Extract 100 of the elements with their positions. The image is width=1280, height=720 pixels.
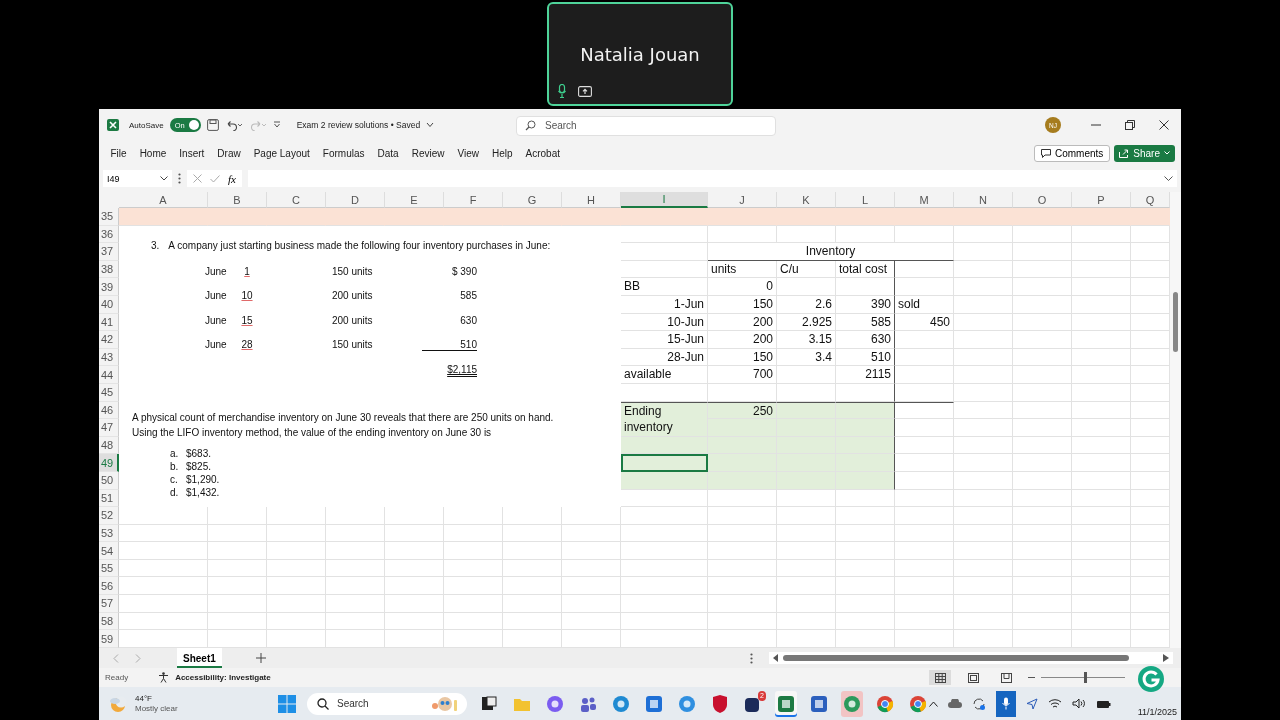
ribbon-tab[interactable]: Insert <box>172 143 211 163</box>
date[interactable]: 11/1/2025 <box>1137 706 1177 717</box>
document-icon[interactable] <box>809 693 829 714</box>
store-icon[interactable] <box>644 693 664 714</box>
column-header[interactable]: O <box>1013 192 1072 208</box>
volume-icon[interactable] <box>1072 698 1086 709</box>
microphone-icon[interactable] <box>558 84 566 98</box>
save-icon[interactable] <box>206 119 219 131</box>
comments-button[interactable]: Comments <box>1033 144 1111 162</box>
share-screen-icon[interactable] <box>578 85 592 97</box>
ribbon-tab[interactable]: Page Layout <box>247 143 317 163</box>
sheet-cell[interactable] <box>836 383 895 402</box>
restore-icon[interactable] <box>1125 120 1135 130</box>
next-sheet-icon[interactable] <box>135 653 141 663</box>
chevron-up-icon[interactable] <box>929 700 938 707</box>
swirl-icon[interactable] <box>545 693 565 714</box>
zoom-out-icon[interactable] <box>1028 676 1035 679</box>
ribbon-tab[interactable]: Formulas <box>316 143 372 163</box>
customize-caret-icon[interactable] <box>272 121 281 129</box>
row-number[interactable]: 49 <box>99 454 119 472</box>
browser-icon[interactable] <box>611 693 631 714</box>
formula-input[interactable] <box>247 170 1177 187</box>
row-number[interactable]: 37 <box>99 243 119 261</box>
share-button[interactable]: Share <box>1114 144 1175 162</box>
purchase-units: 200 units <box>332 314 374 326</box>
microphone-button[interactable] <box>996 690 1016 717</box>
column-header[interactable]: C <box>267 192 326 208</box>
column-header[interactable]: F <box>444 192 503 208</box>
column-header[interactable]: D <box>326 192 385 208</box>
add-sheet-icon[interactable] <box>255 653 266 663</box>
location-icon[interactable] <box>1026 697 1038 710</box>
caret-icon[interactable] <box>426 122 435 128</box>
selected-cell[interactable] <box>621 454 708 472</box>
column-header[interactable]: J <box>708 192 777 208</box>
check-icon[interactable] <box>210 174 220 183</box>
ribbon-tab[interactable]: View <box>450 143 486 163</box>
taskbar-search-field[interactable]: Search <box>307 692 467 715</box>
expand-caret-icon[interactable] <box>1164 176 1173 181</box>
row-number[interactable]: 47 <box>99 419 119 437</box>
column-header[interactable]: Q <box>1131 192 1170 208</box>
vertical-scrollbar[interactable] <box>1170 192 1181 648</box>
column-header[interactable]: H <box>562 192 621 208</box>
column-header[interactable]: K <box>777 192 836 208</box>
chrome-icon[interactable] <box>875 693 895 714</box>
ribbon-tab[interactable]: Acrobat <box>519 143 567 163</box>
row-number[interactable]: 35 <box>99 208 119 226</box>
sheet-cell[interactable] <box>895 401 954 420</box>
column-header[interactable]: B <box>208 192 267 208</box>
sheet-tab[interactable]: Sheet1 <box>177 648 222 668</box>
horizontal-scrollbar[interactable] <box>769 652 1173 664</box>
row-number[interactable]: 59 <box>99 630 119 648</box>
ribbon-tab[interactable]: Review <box>405 143 451 163</box>
column-header[interactable]: A <box>119 192 208 208</box>
scroll-thumb[interactable] <box>783 655 1129 661</box>
insert-function-button[interactable]: fx <box>228 172 236 185</box>
row-number[interactable]: 44 <box>99 366 119 384</box>
column-header[interactable]: N <box>954 192 1013 208</box>
sync-icon[interactable] <box>972 696 986 711</box>
cancel-icon[interactable] <box>193 174 202 183</box>
normal-view-button[interactable] <box>929 670 951 685</box>
ribbon-tab[interactable]: Data <box>371 143 406 163</box>
shield-icon[interactable] <box>710 693 730 714</box>
sheet-cell[interactable] <box>836 419 895 437</box>
redo-icon[interactable] <box>248 119 267 131</box>
column-header[interactable]: M <box>895 192 954 208</box>
row-number[interactable]: 57 <box>99 595 119 613</box>
more-icon[interactable] <box>750 652 753 664</box>
sheet-cell[interactable] <box>836 454 895 472</box>
scroll-left-icon[interactable] <box>773 654 779 662</box>
column-header[interactable]: L <box>836 192 895 208</box>
more-icon[interactable] <box>178 173 181 184</box>
ribbon-tab[interactable]: Help <box>485 143 520 163</box>
ribbon-tab[interactable]: Draw <box>210 143 248 163</box>
row-number[interactable]: 56 <box>99 577 119 596</box>
column-header[interactable]: P <box>1072 192 1131 208</box>
row-number[interactable]: 42 <box>99 331 119 349</box>
row-number[interactable]: 39 <box>99 278 119 296</box>
name-box[interactable]: I49 <box>103 170 172 187</box>
battery-icon[interactable] <box>1096 698 1111 709</box>
cloud-icon[interactable] <box>948 699 962 708</box>
wifi-icon[interactable] <box>1048 698 1062 709</box>
accessibility-status[interactable]: Accessibility: Investigate <box>175 673 271 682</box>
row-number[interactable]: 54 <box>99 542 119 560</box>
close-icon[interactable] <box>1159 120 1169 130</box>
windows-start-icon[interactable] <box>278 694 296 713</box>
column-header[interactable]: I <box>621 192 708 208</box>
zoom-slider[interactable] <box>1041 672 1125 683</box>
ribbon-tab[interactable]: Home <box>133 143 173 163</box>
column-header[interactable]: G <box>503 192 562 208</box>
document-title[interactable]: Exam 2 review solutions • Saved <box>296 120 421 130</box>
scroll-right-icon[interactable] <box>1163 654 1169 662</box>
sheet-cell[interactable] <box>836 278 895 296</box>
column-header[interactable]: E <box>385 192 444 208</box>
ribbon-tab[interactable]: File <box>104 143 134 163</box>
row-number[interactable]: 52 <box>99 507 119 525</box>
help-icon[interactable] <box>677 693 697 714</box>
search-field[interactable]: Search <box>516 115 776 136</box>
chrome-icon[interactable] <box>908 693 928 714</box>
previous-sheet-icon[interactable] <box>113 653 119 663</box>
zoom-slider-thumb[interactable] <box>1083 672 1087 683</box>
